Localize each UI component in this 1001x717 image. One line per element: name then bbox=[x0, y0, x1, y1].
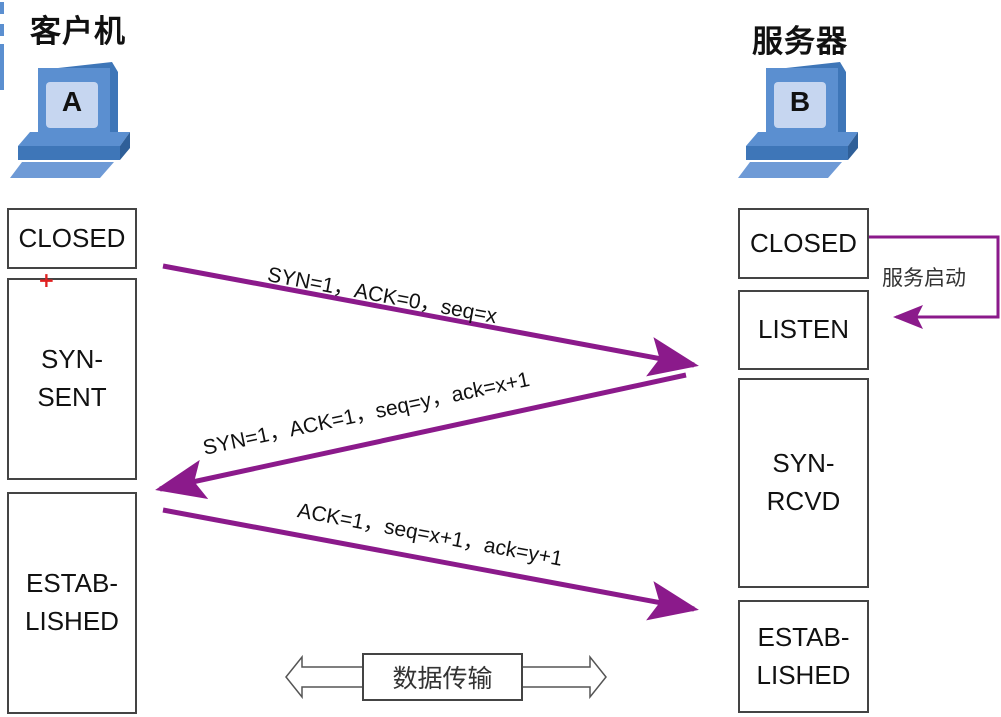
data-transfer-label: 数据传输 bbox=[362, 653, 523, 701]
service-start-label: 服务启动 bbox=[882, 266, 966, 290]
arrows-layer bbox=[155, 235, 1000, 700]
